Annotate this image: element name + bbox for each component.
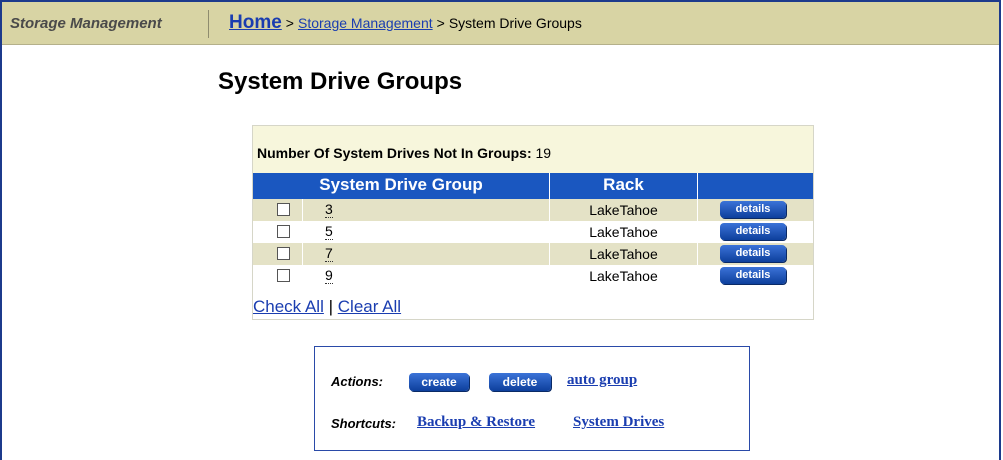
breadcrumb-separator: > bbox=[436, 15, 445, 31]
cell-divider bbox=[697, 199, 698, 221]
column-header-system-drive-group: System Drive Group bbox=[319, 175, 483, 194]
page-title: System Drive Groups bbox=[218, 68, 463, 95]
row-checkbox[interactable] bbox=[277, 203, 290, 216]
rack-name: LakeTahoe bbox=[589, 268, 658, 284]
create-button[interactable]: create bbox=[409, 373, 469, 391]
group-id: 5 bbox=[325, 223, 333, 240]
system-drives-link[interactable]: System Drives bbox=[573, 414, 664, 431]
table-row: 9 LakeTahoe details bbox=[253, 265, 813, 287]
actions-box: Actions: create delete auto group Shortc… bbox=[314, 346, 750, 451]
cell-divider bbox=[302, 243, 303, 265]
check-all-link[interactable]: Check All bbox=[253, 297, 324, 316]
row-checkbox[interactable] bbox=[277, 225, 290, 238]
selection-divider: | bbox=[328, 297, 334, 316]
column-divider bbox=[697, 173, 698, 199]
table-row: 7 LakeTahoe details bbox=[253, 243, 813, 265]
drive-groups-panel: Number Of System Drives Not In Groups: 1… bbox=[252, 125, 814, 320]
backup-restore-link[interactable]: Backup & Restore bbox=[417, 414, 535, 431]
actions-label: Actions: bbox=[331, 374, 383, 389]
breadcrumb-home-link[interactable]: Home bbox=[229, 12, 282, 33]
details-button[interactable]: details bbox=[720, 201, 786, 218]
table-row: 5 LakeTahoe details bbox=[253, 221, 813, 243]
breadcrumb-current: System Drive Groups bbox=[448, 15, 582, 31]
ungrouped-count-label: Number Of System Drives Not In Groups: 1… bbox=[257, 145, 552, 161]
header-bar: Storage Management Home > Storage Manageme… bbox=[2, 2, 999, 45]
cell-divider bbox=[302, 199, 303, 221]
ungrouped-count-value: 19 bbox=[535, 145, 552, 161]
rack-name: LakeTahoe bbox=[589, 202, 658, 218]
selection-links: Check All | Clear All bbox=[253, 297, 401, 317]
ungrouped-count-row: Number Of System Drives Not In Groups: 1… bbox=[253, 126, 813, 173]
details-button[interactable]: details bbox=[720, 267, 786, 284]
details-button[interactable]: details bbox=[720, 223, 786, 240]
group-id: 3 bbox=[325, 201, 333, 218]
app-title: Storage Management bbox=[10, 15, 162, 32]
clear-all-link[interactable]: Clear All bbox=[338, 297, 401, 316]
breadcrumb-storage-management-link[interactable]: Storage Management bbox=[298, 15, 433, 31]
group-id: 7 bbox=[325, 245, 333, 262]
breadcrumb: Home > Storage Management > System Drive Gro… bbox=[229, 12, 582, 34]
details-button[interactable]: details bbox=[720, 245, 786, 262]
table-header: System Drive Group Rack bbox=[253, 173, 813, 199]
table-row: 3 LakeTahoe details bbox=[253, 199, 813, 221]
cell-divider bbox=[697, 243, 698, 265]
header-divider bbox=[208, 10, 209, 38]
shortcuts-label: Shortcuts: bbox=[331, 416, 396, 431]
row-checkbox[interactable] bbox=[277, 269, 290, 282]
breadcrumb-separator: > bbox=[285, 15, 294, 31]
group-id: 9 bbox=[325, 267, 333, 284]
column-header-rack: Rack bbox=[603, 175, 644, 194]
rack-name: LakeTahoe bbox=[589, 224, 658, 240]
auto-group-link[interactable]: auto group bbox=[567, 372, 637, 389]
table-body: 3 LakeTahoe details 5 LakeTahoe details … bbox=[253, 199, 813, 287]
rack-name: LakeTahoe bbox=[589, 246, 658, 262]
delete-button[interactable]: delete bbox=[489, 373, 551, 391]
row-checkbox[interactable] bbox=[277, 247, 290, 260]
